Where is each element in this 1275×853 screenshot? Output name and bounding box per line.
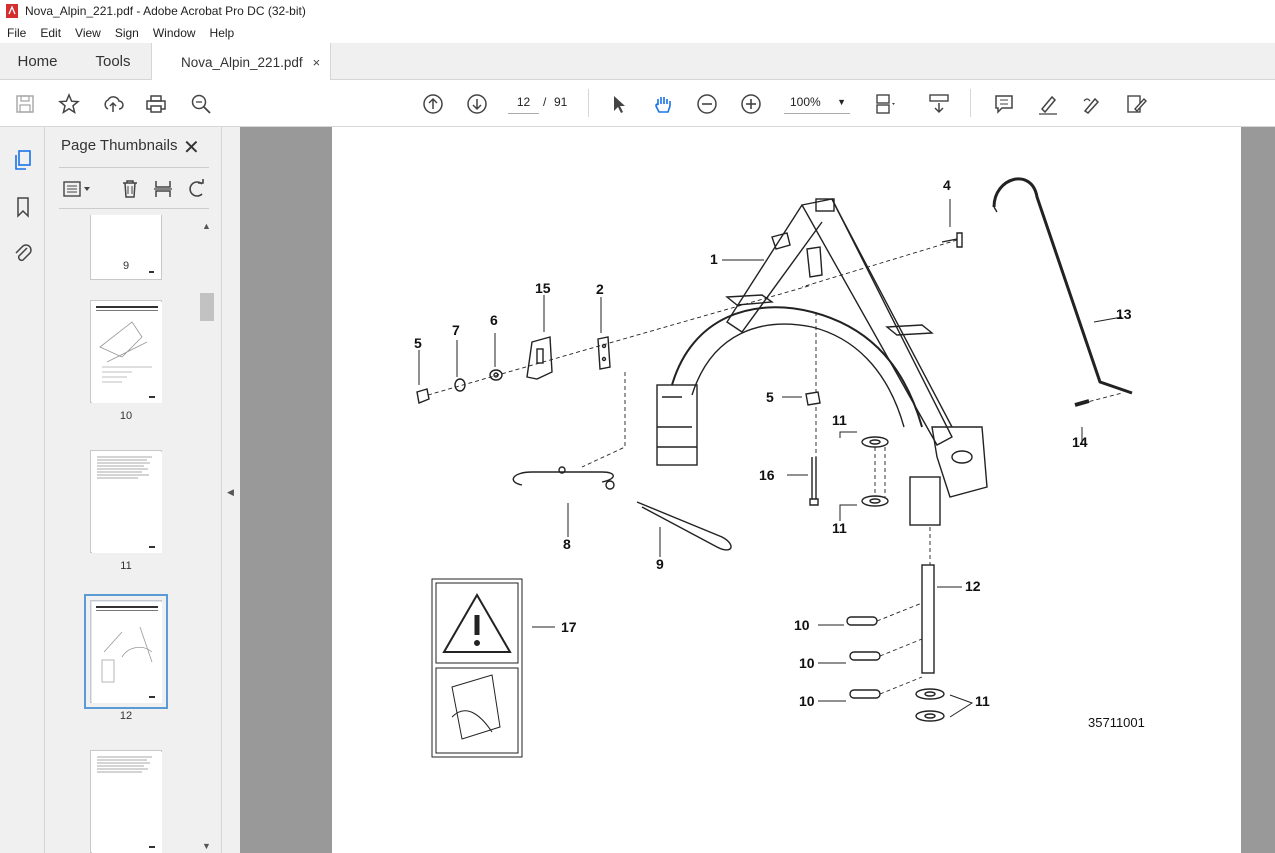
parts-diagram <box>416 177 1133 758</box>
tab-home[interactable]: Home <box>0 43 75 79</box>
draw-icon[interactable] <box>1079 91 1105 117</box>
zoom-value: 100% <box>790 95 821 109</box>
thumbnail-page-13[interactable] <box>90 750 162 853</box>
tab-bar: Home Tools Nova_Alpin_221.pdf × <box>0 43 1275 81</box>
callout-label: 5 <box>766 389 774 405</box>
hand-icon[interactable] <box>650 91 676 117</box>
panel-toolbar <box>59 175 214 201</box>
callout-label: 15 <box>535 280 551 296</box>
thumbnail-list: 9 10 11 12 <box>45 215 200 853</box>
title-bar: Nova_Alpin_221.pdf - Adobe Acrobat Pro D… <box>0 0 1275 22</box>
print-icon[interactable] <box>143 91 169 117</box>
page-down-icon[interactable] <box>464 91 490 117</box>
toolbar-divider <box>970 89 971 117</box>
page-thumbnails-icon[interactable] <box>10 147 36 173</box>
select-arrow-icon[interactable] <box>606 91 632 117</box>
callout-label: 9 <box>656 556 664 572</box>
tab-close-icon[interactable]: × <box>313 55 321 70</box>
left-rail <box>0 127 45 853</box>
insert-page-icon[interactable] <box>151 177 175 201</box>
fit-page-icon[interactable] <box>872 91 898 117</box>
callout-label: 12 <box>965 578 981 594</box>
upload-icon[interactable] <box>100 91 126 117</box>
thumbnail-label: 11 <box>120 560 132 572</box>
menu-view[interactable]: View <box>68 26 108 40</box>
callout-label: 7 <box>452 322 460 338</box>
save-icon[interactable] <box>12 91 38 117</box>
document-viewer[interactable]: 1 2 4 5 6 7 15 13 5 11 16 11 14 8 9 12 1… <box>240 127 1275 853</box>
drawing-number: 35711001 <box>1088 715 1145 730</box>
callout-label: 17 <box>561 619 577 635</box>
thumbnail-page-12[interactable] <box>84 594 168 709</box>
fill-sign-icon[interactable] <box>1123 91 1149 117</box>
page-number-input[interactable]: 12 <box>508 91 539 114</box>
thumbnail-scrollbar[interactable]: ▲ ▼ <box>200 217 214 853</box>
callout-label: 6 <box>490 312 498 328</box>
tab-document[interactable]: Nova_Alpin_221.pdf × <box>151 43 331 81</box>
menu-file[interactable]: File <box>0 26 33 40</box>
rotate-icon[interactable] <box>185 177 209 201</box>
total-pages: 91 <box>554 95 568 109</box>
callout-label: 8 <box>563 536 571 552</box>
thumbnail-label: 12 <box>119 710 133 722</box>
toolbar-divider <box>588 89 589 117</box>
chevron-down-icon[interactable]: ▼ <box>202 841 211 851</box>
thumbnail-page-11[interactable] <box>90 450 162 553</box>
panel-title: Page Thumbnails <box>61 137 178 154</box>
scrollbar-thumb[interactable] <box>200 293 214 321</box>
chevron-down-icon: ▼ <box>837 97 846 107</box>
chevron-left-icon[interactable]: ◀ <box>227 487 234 498</box>
thumbnail-page-10[interactable] <box>90 300 162 403</box>
callout-label: 10 <box>799 693 815 709</box>
callout-label: 11 <box>975 693 990 709</box>
panel-collapse-handle[interactable]: ◀ <box>222 127 240 853</box>
zoom-out-icon[interactable] <box>694 91 720 117</box>
callout-label: 13 <box>1116 306 1132 322</box>
thumbnail-label: 10 <box>119 410 133 422</box>
attachments-icon[interactable] <box>10 240 36 266</box>
highlight-icon[interactable] <box>1035 91 1061 117</box>
page-up-icon[interactable] <box>420 91 446 117</box>
page-separator: / <box>543 95 547 109</box>
callout-label: 10 <box>794 617 810 633</box>
acrobat-app-icon <box>6 4 18 18</box>
callout-label: 14 <box>1072 434 1088 450</box>
scroll-mode-icon[interactable] <box>926 91 952 117</box>
thumbnail-options-icon[interactable] <box>61 177 95 201</box>
window-title: Nova_Alpin_221.pdf - Adobe Acrobat Pro D… <box>25 4 306 18</box>
panel-divider <box>59 208 209 209</box>
callout-label: 4 <box>943 177 951 193</box>
callout-label: 5 <box>414 335 422 351</box>
thumbnail-label: 9 <box>122 260 130 272</box>
bookmarks-icon[interactable] <box>10 194 36 220</box>
tab-tools[interactable]: Tools <box>75 43 151 79</box>
callout-label: 10 <box>799 655 815 671</box>
pdf-page: 1 2 4 5 6 7 15 13 5 11 16 11 14 8 9 12 1… <box>332 127 1242 853</box>
zoom-search-icon[interactable] <box>188 91 214 117</box>
zoom-in-icon[interactable] <box>738 91 764 117</box>
menu-bar: File Edit View Sign Window Help <box>0 22 1275 43</box>
close-icon[interactable]: ✕ <box>183 135 200 160</box>
comment-icon[interactable] <box>991 91 1017 117</box>
bookmark-star-icon[interactable] <box>56 91 82 117</box>
menu-window[interactable]: Window <box>146 26 203 40</box>
callout-label: 1 <box>710 251 718 267</box>
panel-divider <box>59 167 209 168</box>
callout-label: 11 <box>832 412 847 428</box>
zoom-select[interactable]: 100% ▼ <box>784 91 850 114</box>
tab-document-label: Nova_Alpin_221.pdf <box>181 54 303 70</box>
callout-label: 11 <box>832 520 847 536</box>
menu-edit[interactable]: Edit <box>33 26 68 40</box>
viewer-right-margin <box>1241 127 1275 853</box>
callout-label: 16 <box>759 467 775 483</box>
chevron-up-icon[interactable]: ▲ <box>202 221 211 231</box>
callout-label: 2 <box>596 281 604 297</box>
menu-help[interactable]: Help <box>203 26 242 40</box>
menu-sign[interactable]: Sign <box>108 26 146 40</box>
delete-page-icon[interactable] <box>118 177 142 201</box>
